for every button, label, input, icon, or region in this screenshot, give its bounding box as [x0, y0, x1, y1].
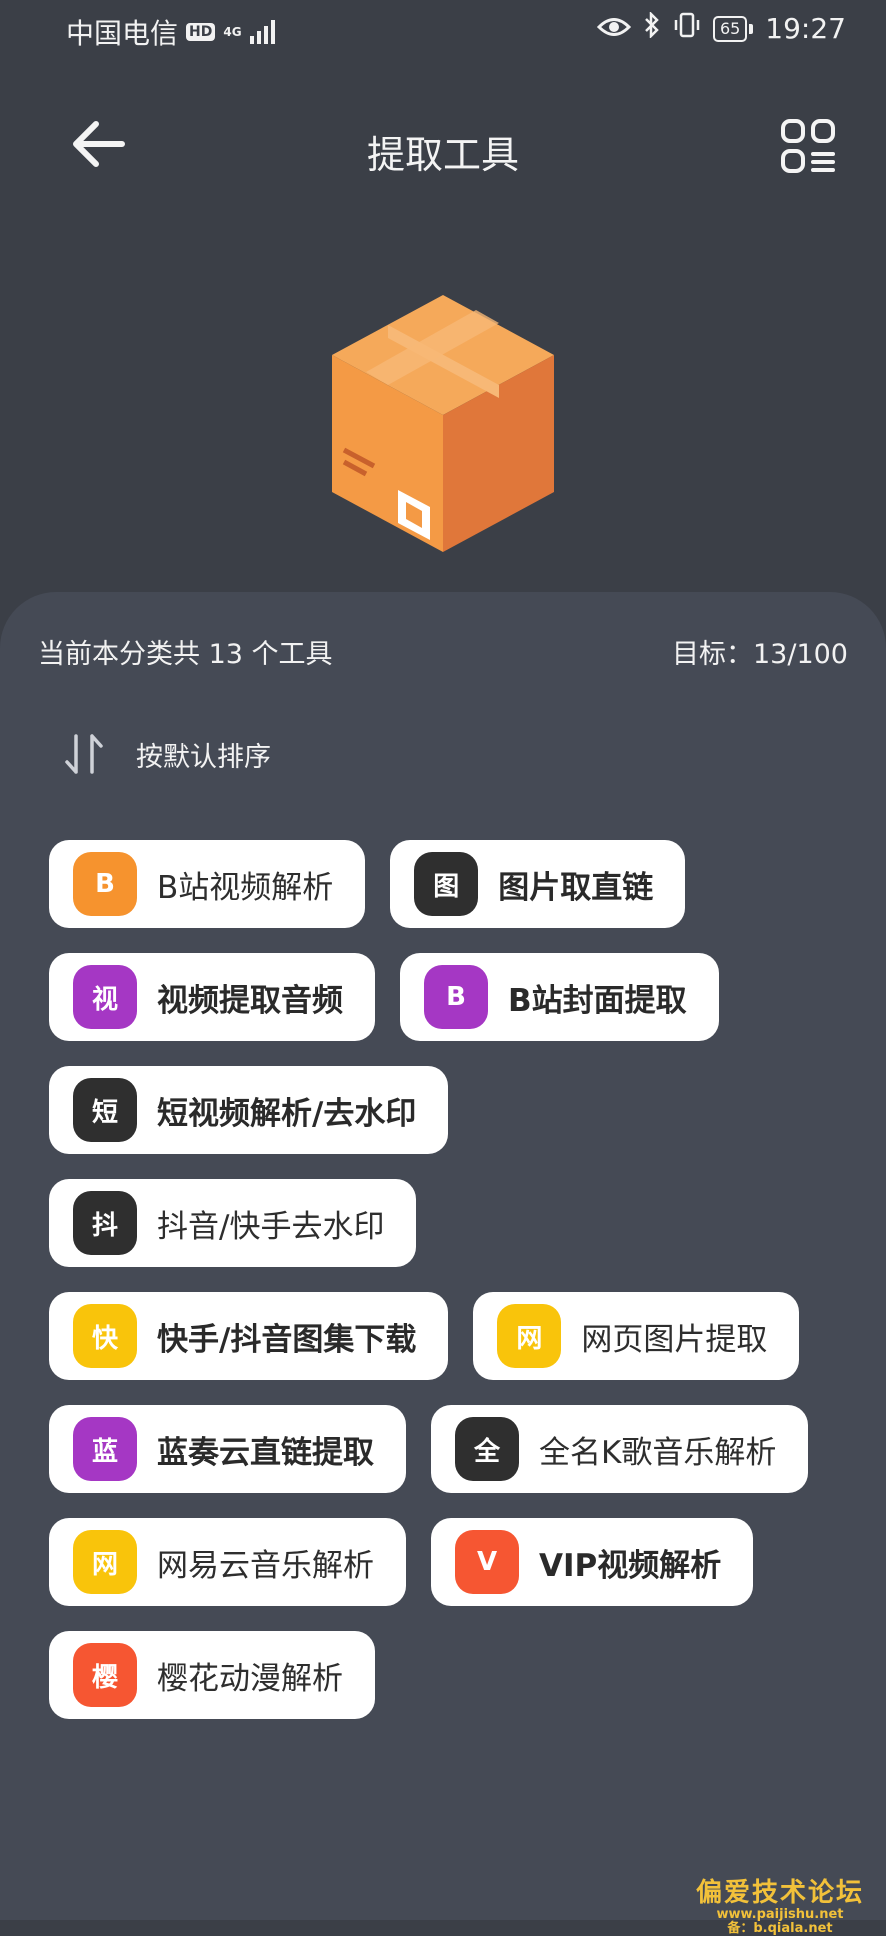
- tool-label: B站视频解析: [157, 869, 334, 906]
- tool-chip[interactable]: B B站视频解析: [49, 840, 366, 928]
- carrier-name: 中国电信: [66, 17, 179, 50]
- tool-chip[interactable]: 网 网页图片提取: [473, 1292, 800, 1380]
- tool-label: 视频提取音频: [157, 982, 343, 1019]
- bluetooth-icon: [643, 10, 661, 45]
- tool-icon: 网: [497, 1304, 562, 1368]
- tool-icon: 图: [414, 852, 479, 916]
- tool-chip[interactable]: 快 快手/抖音图集下载: [49, 1292, 449, 1380]
- tool-icon: 网: [73, 1530, 137, 1594]
- battery-icon: 65: [712, 15, 754, 42]
- tool-label: 网易云音乐解析: [157, 1547, 374, 1584]
- tool-chip[interactable]: V VIP视频解析: [431, 1518, 754, 1606]
- tool-icon: 视: [73, 965, 137, 1029]
- tool-icon: B: [73, 852, 137, 916]
- tool-label: 快手/抖音图集下载: [157, 1321, 417, 1358]
- tool-icon: 短: [73, 1078, 137, 1142]
- tool-label: 抖音/快手去水印: [157, 1208, 385, 1245]
- tool-label: B站封面提取: [508, 982, 687, 1019]
- battery-level: 65: [712, 15, 748, 42]
- hd-badge: HD: [186, 23, 216, 41]
- watermark-sub: 备：b.qiala.net: [727, 1921, 833, 1936]
- tool-icon: 抖: [73, 1191, 137, 1255]
- tool-chip[interactable]: 全 全名K歌音乐解析: [431, 1405, 809, 1493]
- tool-label: VIP视频解析: [539, 1547, 722, 1584]
- sort-icon: [65, 734, 103, 774]
- tools-panel: 当前本分类共 13 个工具 目标：13/100 按默认排序 B B站视频解析 图…: [0, 592, 886, 1920]
- tool-label: 全名K歌音乐解析: [539, 1434, 777, 1471]
- tool-icon: V: [455, 1530, 519, 1594]
- network-type: 4G: [223, 25, 242, 39]
- sort-label: 按默认排序: [136, 741, 271, 773]
- tool-icon: 蓝: [73, 1417, 137, 1481]
- tool-chip[interactable]: 蓝 蓝奏云直链提取: [49, 1405, 406, 1493]
- category-menu-button[interactable]: [780, 118, 836, 174]
- clock: 19:27: [765, 12, 846, 45]
- tool-icon: 樱: [73, 1643, 137, 1707]
- tool-label: 短视频解析/去水印: [157, 1095, 417, 1132]
- tool-label: 图片取直链: [498, 869, 654, 906]
- target-progress-text: 目标：13/100: [672, 639, 848, 670]
- tool-chip[interactable]: 图 图片取直链: [390, 840, 686, 928]
- tool-icon: 快: [73, 1304, 137, 1368]
- signal-icon: [249, 20, 275, 44]
- tool-count-text: 当前本分类共 13 个工具: [38, 639, 333, 670]
- tool-chip[interactable]: 樱 樱花动漫解析: [49, 1631, 375, 1719]
- forum-watermark: 偏爱技术论坛 www.paijishu.net 备：b.qiala.net: [696, 1878, 864, 1936]
- page-title: 提取工具: [366, 133, 519, 177]
- status-bar: 中国电信 HD 4G 65 19:27: [0, 0, 886, 60]
- package-box-icon: [326, 290, 560, 560]
- tool-label: 蓝奏云直链提取: [157, 1434, 374, 1471]
- tool-chip[interactable]: 抖 抖音/快手去水印: [49, 1179, 417, 1267]
- eye-icon: [596, 12, 632, 45]
- tool-chip[interactable]: 网 网易云音乐解析: [49, 1518, 406, 1606]
- tool-icon: 全: [455, 1417, 519, 1481]
- tool-chip[interactable]: B B站封面提取: [400, 953, 719, 1041]
- tool-label: 网页图片提取: [581, 1321, 768, 1358]
- tool-label: 樱花动漫解析: [157, 1660, 343, 1697]
- app-header: 提取工具: [0, 96, 886, 196]
- tool-chip[interactable]: 短 短视频解析/去水印: [49, 1066, 449, 1154]
- tool-icon: B: [424, 965, 488, 1029]
- vibrate-icon: [673, 12, 701, 45]
- grid-menu-icon: [781, 119, 835, 173]
- watermark-title: 偏爱技术论坛: [695, 1878, 864, 1908]
- sort-button[interactable]: 按默认排序: [62, 732, 271, 776]
- tool-chip[interactable]: 视 视频提取音频: [49, 953, 375, 1041]
